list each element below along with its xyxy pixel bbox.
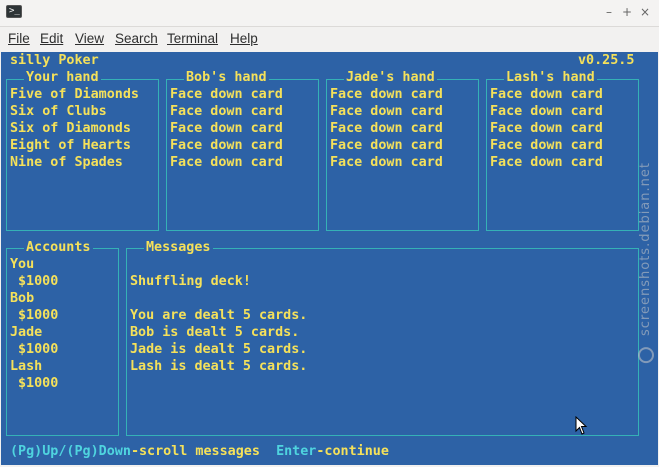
menu-help[interactable]: Help xyxy=(230,31,258,46)
card-bob-4: Face down card xyxy=(170,138,283,153)
card-bob-5: Face down card xyxy=(170,155,283,170)
card-you-1: Five of Diamonds xyxy=(10,87,139,102)
minimize-icon[interactable]: – xyxy=(601,4,617,20)
card-you-3: Six of Diamonds xyxy=(10,121,131,136)
account-name-bob: Bob xyxy=(10,291,35,306)
scroll-action: -scroll messages xyxy=(130,444,260,459)
continue-action: -continue xyxy=(316,444,389,459)
card-you-2: Six of Clubs xyxy=(10,104,107,119)
app-title: silly Poker xyxy=(10,53,99,68)
menu-view-label: View xyxy=(75,31,105,46)
card-lash-2: Face down card xyxy=(490,104,603,119)
watermark: screenshots.debian.net xyxy=(637,162,654,364)
card-bob-1: Face down card xyxy=(170,87,283,102)
menu-search-label: Search xyxy=(115,31,158,46)
message-line-3: You are dealt 5 cards. xyxy=(130,308,308,323)
hand-title-jade: Jade's hand xyxy=(344,69,437,86)
watermark-logo-icon xyxy=(638,347,654,364)
accounts-title: Accounts xyxy=(24,239,93,256)
menu-file-label: File xyxy=(8,31,30,46)
message-line-1: Shuffling deck! xyxy=(130,274,251,289)
menu-file[interactable]: File xyxy=(8,31,30,46)
messages-title: Messages xyxy=(144,239,213,256)
app-version: v0.25.5 xyxy=(578,53,635,68)
terminal-app-icon: >_ xyxy=(6,5,22,18)
maximize-icon[interactable]: + xyxy=(619,4,635,20)
message-line-5: Jade is dealt 5 cards. xyxy=(130,342,308,357)
card-bob-3: Face down card xyxy=(170,121,283,136)
account-balance-lash: $1000 xyxy=(18,376,59,391)
message-line-4: Bob is dealt 5 cards. xyxy=(130,325,300,340)
card-you-4: Eight of Hearts xyxy=(10,138,131,153)
continue-key: Enter xyxy=(276,444,317,459)
watermark-text: screenshots.debian.net xyxy=(638,162,653,336)
card-you-5: Nine of Spades xyxy=(10,155,123,170)
account-name-you: You xyxy=(10,257,35,272)
footer-help: (Pg)Up/(Pg)Down-scroll messages Enter-co… xyxy=(10,443,389,460)
close-icon[interactable]: × xyxy=(637,4,653,20)
menu-edit-label: Edit xyxy=(40,31,64,46)
menu-terminal-label: Terminal xyxy=(167,31,219,46)
hand-title-lash: Lash's hand xyxy=(504,69,597,86)
card-bob-2: Face down card xyxy=(170,104,283,119)
menu-edit[interactable]: Edit xyxy=(40,31,63,46)
account-balance-bob: $1000 xyxy=(18,308,59,323)
menu-search[interactable]: Search xyxy=(115,31,158,46)
menu-bar: File Edit View Search Terminal Help xyxy=(0,27,659,51)
message-line-6: Lash is dealt 5 cards. xyxy=(130,359,308,374)
card-jade-3: Face down card xyxy=(330,121,443,136)
card-lash-5: Face down card xyxy=(490,155,603,170)
scroll-key: (Pg)Up/(Pg)Down xyxy=(10,444,131,459)
hand-title-you: Your hand xyxy=(24,69,101,86)
menu-view[interactable]: View xyxy=(75,31,104,46)
mouse-cursor-icon xyxy=(575,416,588,435)
card-jade-5: Face down card xyxy=(330,155,443,170)
account-name-lash: Lash xyxy=(10,359,43,374)
card-jade-2: Face down card xyxy=(330,104,443,119)
terminal-area[interactable]: silly Poker v0.25.5 Your hand Five of Di… xyxy=(1,52,658,465)
menu-help-label: Help xyxy=(230,31,258,46)
card-lash-3: Face down card xyxy=(490,121,603,136)
card-lash-1: Face down card xyxy=(490,87,603,102)
account-balance-you: $1000 xyxy=(18,274,59,289)
card-jade-4: Face down card xyxy=(330,138,443,153)
menu-terminal[interactable]: Terminal xyxy=(167,31,218,46)
hand-title-bob: Bob's hand xyxy=(184,69,269,86)
window-titlebar: >_ – + × xyxy=(0,0,659,27)
account-balance-jade: $1000 xyxy=(18,342,59,357)
card-lash-4: Face down card xyxy=(490,138,603,153)
card-jade-1: Face down card xyxy=(330,87,443,102)
account-name-jade: Jade xyxy=(10,325,43,340)
